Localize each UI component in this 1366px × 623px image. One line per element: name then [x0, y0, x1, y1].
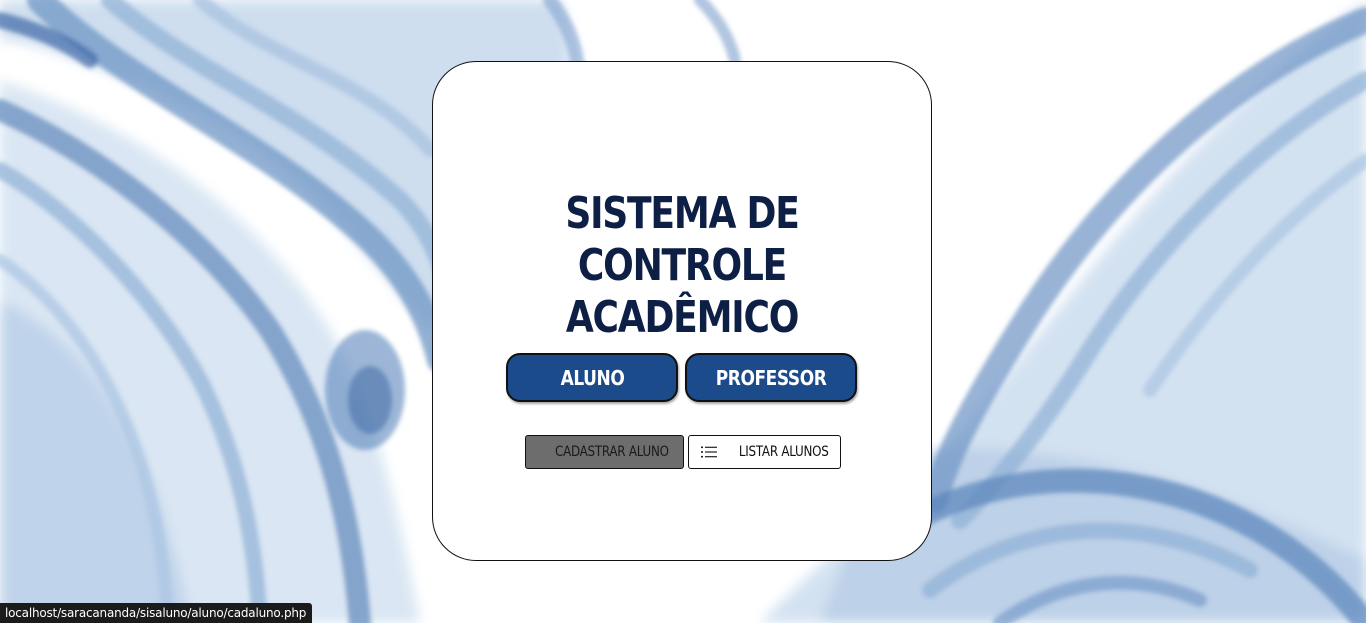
status-bar-url: localhost/saracananda/sisaluno/aluno/cad… — [0, 603, 313, 623]
page-title-line-1: SISTEMA DE CONTROLE — [565, 188, 800, 291]
cadastrar-aluno-label: CADASTRAR ALUNO — [554, 444, 669, 460]
professor-button[interactable]: PROFESSOR — [685, 353, 857, 402]
page-title-line-2: ACADÊMICO — [565, 292, 800, 343]
professor-button-label: PROFESSOR — [715, 365, 827, 390]
aluno-button[interactable]: ALUNO — [506, 353, 678, 402]
listar-alunos-button[interactable]: LISTAR ALUNOS — [688, 435, 841, 469]
listar-alunos-label: LISTAR ALUNOS — [738, 444, 829, 460]
list-icon — [701, 446, 717, 458]
aluno-button-label: ALUNO — [560, 365, 624, 390]
cadastrar-aluno-button[interactable]: CADASTRAR ALUNO — [525, 435, 684, 469]
main-card: SISTEMA DE CONTROLE ACADÊMICO ALUNO PROF… — [432, 61, 932, 561]
page-title: SISTEMA DE CONTROLE ACADÊMICO — [478, 188, 886, 344]
